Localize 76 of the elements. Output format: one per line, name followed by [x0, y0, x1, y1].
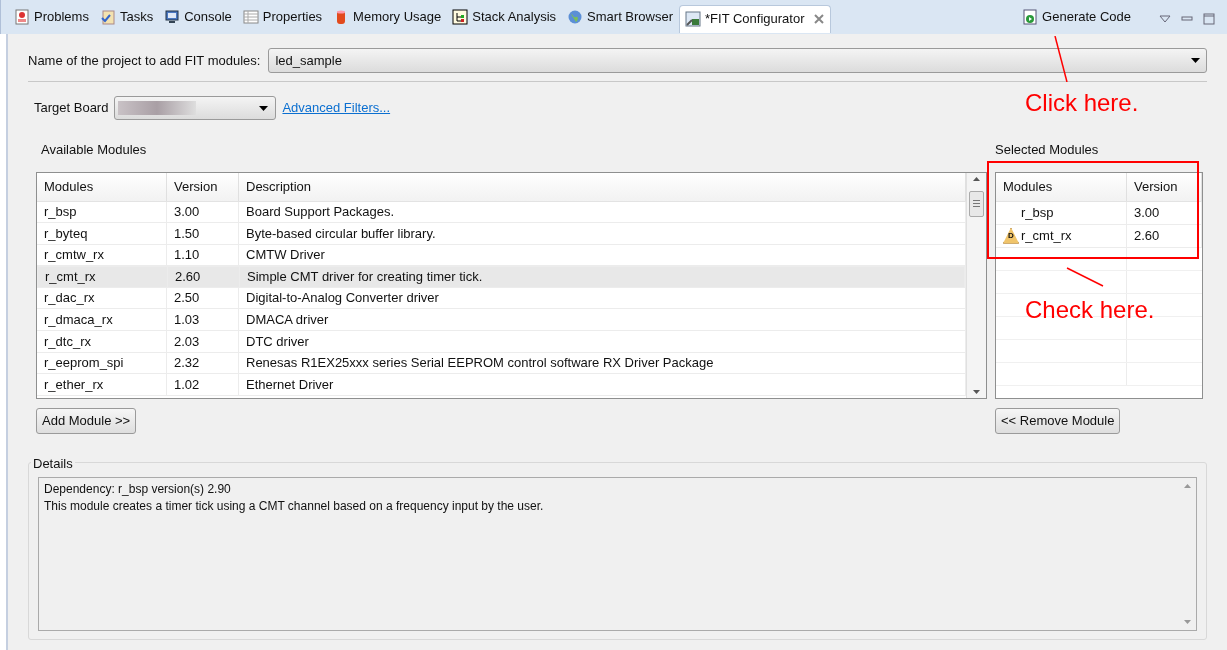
- target-board-label: Target Board: [34, 99, 109, 118]
- table-cell: r_eeprom_spi: [37, 352, 167, 374]
- table-cell: r_ether_rx: [37, 374, 167, 395]
- table-cell: 1.02: [167, 374, 239, 395]
- target-board-dropdown[interactable]: [114, 96, 277, 120]
- view-tab[interactable]: Smart Browser: [562, 3, 679, 31]
- close-icon[interactable]: [812, 13, 825, 25]
- tree-diagram-icon: [452, 9, 469, 25]
- column-header[interactable]: Modules: [37, 172, 167, 201]
- scroll-up-arrow-icon[interactable]: [973, 176, 980, 181]
- table-cell: r_dtc_rx: [37, 331, 167, 352]
- section-title: Selected Modules: [995, 141, 1100, 159]
- clipboard-icon: [99, 9, 116, 25]
- details-line: Dependency: r_bsp version(s) 2.90: [44, 480, 232, 498]
- table-cell: r_cmtw_rx: [37, 244, 167, 266]
- module-row[interactable]: r_dac_rx 2.50 Digital-to-Analog Converter driver: [37, 287, 966, 310]
- project-dropdown[interactable]: led_sample: [268, 48, 1207, 73]
- project-label: Name of the project to add FIT modules:: [28, 51, 261, 70]
- table-cell: 1.10: [167, 244, 239, 266]
- table-cell: 2.60: [168, 267, 240, 287]
- table-cell: Simple CMT driver for creating timer tick.: [240, 267, 965, 287]
- scroll-down-arrow-icon[interactable]: [973, 389, 980, 394]
- advanced-filters-link[interactable]: Advanced Filters...: [282, 98, 391, 118]
- module-row[interactable]: r_dtc_rx 2.03 DTC driver: [37, 331, 966, 353]
- column-header[interactable]: Version: [167, 172, 239, 201]
- table-cell: 2.50: [167, 287, 239, 309]
- column-header[interactable]: Modules: [996, 172, 1127, 201]
- caret-icon: [1191, 58, 1200, 63]
- module-row[interactable]: r_cmt_rx 2.60 Simple CMT driver for creating timer tick.: [37, 266, 966, 288]
- module-row[interactable]: r_bsp 3.00 Board Support Packages.: [37, 201, 966, 224]
- table-cell: 2.60: [1127, 224, 1202, 247]
- view-tab[interactable]: Console: [159, 3, 237, 31]
- play-icon: [1022, 9, 1039, 25]
- details-line: This module creates a timer tick using a CMT channel based on a frequency input by the user.: [44, 497, 545, 515]
- table-cell: 3.00: [167, 201, 239, 223]
- leader-line: [1066, 267, 1104, 287]
- view-menu-icon[interactable]: [1159, 13, 1171, 25]
- view-tab[interactable]: *FIT Configurator: [679, 4, 831, 33]
- monitor-icon: [164, 9, 181, 25]
- column-header[interactable]: Version: [1127, 172, 1202, 201]
- generate-code-button[interactable]: Generate Code: [1018, 3, 1135, 31]
- table-cell: r_cmt_rx: [38, 267, 168, 287]
- module-row[interactable]: r_eeprom_spi 2.32 Renesas R1EX25xxx series Serial EEPROM control software RX Driver Package: [37, 352, 966, 375]
- module-row[interactable]: r_byteq 1.50 Byte-based circular buffer library.: [37, 223, 966, 245]
- table-cell: r_byteq: [37, 223, 167, 244]
- view-tab[interactable]: Properties: [237, 3, 328, 31]
- view-tab[interactable]: Tasks: [94, 3, 159, 31]
- report-icon: [14, 9, 30, 25]
- table-cell: 2.03: [167, 331, 239, 352]
- view-tab[interactable]: Memory Usage: [328, 3, 447, 31]
- remove-module-button[interactable]: << Remove Module: [995, 407, 1121, 434]
- leader-line: [1054, 36, 1068, 82]
- annotation-text: Click here.: [1025, 88, 1139, 118]
- details-text-area[interactable]: Dependency: r_bsp version(s) 2.90 This module creates a timer tick using a CMT channel based on a frequency input by the user.: [38, 476, 1197, 631]
- table-cell: r_bsp: [37, 201, 167, 223]
- module-row[interactable]: r_ether_rx 1.02 Ethernet Driver: [37, 374, 966, 396]
- table-cell: r_bsp: [996, 201, 1127, 224]
- view-tab[interactable]: Stack Analysis: [447, 3, 562, 31]
- add-module-button[interactable]: Add Module >>: [36, 407, 137, 434]
- table-cell: 1.50: [167, 223, 239, 244]
- table-cell: r_dmaca_rx: [37, 309, 167, 331]
- section-title: Available Modules: [41, 141, 148, 159]
- table-icon: [242, 9, 259, 25]
- table-cell: D r_cmt_rx: [996, 224, 1127, 247]
- view-tab[interactable]: Problems: [9, 3, 94, 31]
- module-row[interactable]: r_dmaca_rx 1.03 DMACA driver: [37, 309, 966, 332]
- table-cell: r_dac_rx: [37, 287, 167, 309]
- annotation-text: Check here.: [1025, 295, 1155, 325]
- table-cell: 1.03: [167, 309, 239, 331]
- table-cell: 2.32: [167, 352, 239, 374]
- maximize-icon[interactable]: [1203, 13, 1215, 25]
- globe-icon: [567, 9, 584, 25]
- dependency-badge: D: [1003, 227, 1019, 244]
- caret-icon: [259, 105, 269, 111]
- table-cell: 3.00: [1127, 201, 1202, 224]
- vertical-scrollbar[interactable]: [966, 172, 986, 398]
